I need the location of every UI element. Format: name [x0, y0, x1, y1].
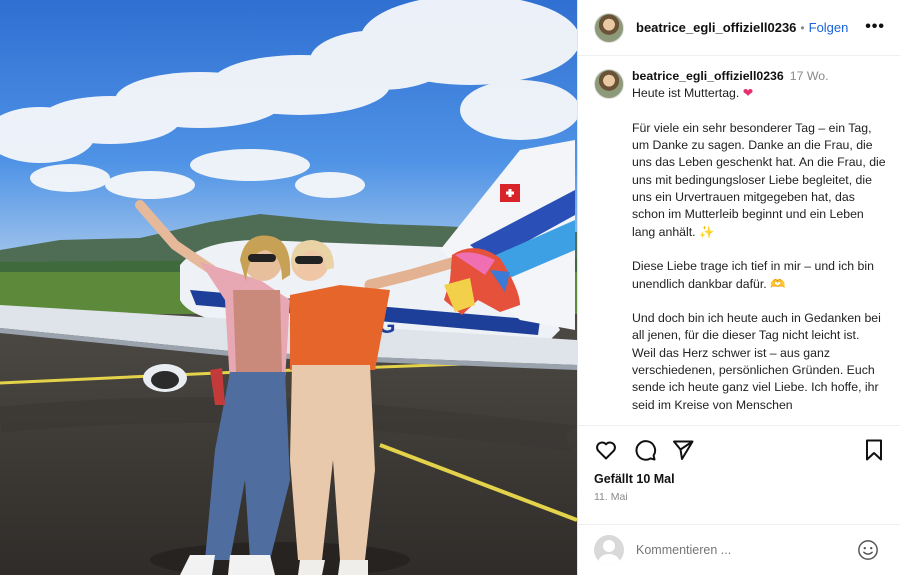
- caption-area: beatrice_egli_offiziell0236 17 Wo. Heute …: [594, 68, 890, 424]
- heart-hands-emoji: 🫶: [770, 276, 786, 291]
- more-options-button[interactable]: •••: [865, 18, 885, 36]
- post-date: 11. Mai: [594, 491, 628, 503]
- post-side-panel: beatrice_egli_offiziell0236 • Folgen •••…: [577, 0, 900, 575]
- smiley-icon[interactable]: [857, 539, 879, 561]
- caption-paragraph-3: Diese Liebe trage ich tief in mir – und …: [632, 259, 874, 291]
- caption-time: 17 Wo.: [789, 69, 829, 83]
- avatar[interactable]: [594, 12, 624, 43]
- likes-count[interactable]: Gefällt 10 Mal: [594, 472, 900, 486]
- current-user-avatar: [594, 535, 624, 565]
- caption-paragraph-5: Weil das Herz schwer ist – aus ganz vers…: [632, 345, 879, 412]
- caption-paragraph-4: Und doch bin ich heute auch in Gedanken …: [632, 311, 881, 343]
- post-photo-image: MG: [0, 0, 577, 575]
- caption-avatar[interactable]: [594, 69, 624, 99]
- header-username[interactable]: beatrice_egli_offiziell0236: [636, 20, 796, 35]
- comment-icon[interactable]: [633, 438, 657, 462]
- caption-line-1: Heute ist Muttertag.: [632, 86, 740, 101]
- heart-icon[interactable]: [594, 438, 618, 462]
- post-actions: Gefällt 10 Mal 11. Mai: [578, 425, 900, 503]
- caption-username[interactable]: beatrice_egli_offiziell0236: [632, 69, 784, 83]
- instagram-post-window: MG: [0, 0, 900, 575]
- post-header: beatrice_egli_offiziell0236 • Folgen •••: [578, 0, 900, 56]
- heart-emoji: ❤: [742, 86, 754, 101]
- post-photo: MG: [0, 0, 577, 575]
- comment-input[interactable]: [636, 543, 846, 557]
- follow-button[interactable]: Folgen: [809, 20, 849, 35]
- separator-dot: •: [800, 20, 805, 35]
- comment-bar: [578, 524, 900, 575]
- send-icon[interactable]: [671, 438, 695, 462]
- sparkles-emoji: ✨: [699, 224, 715, 239]
- bookmark-icon[interactable]: [862, 438, 886, 462]
- caption-paragraph-2: Für viele ein sehr besonderer Tag – ein …: [632, 120, 886, 239]
